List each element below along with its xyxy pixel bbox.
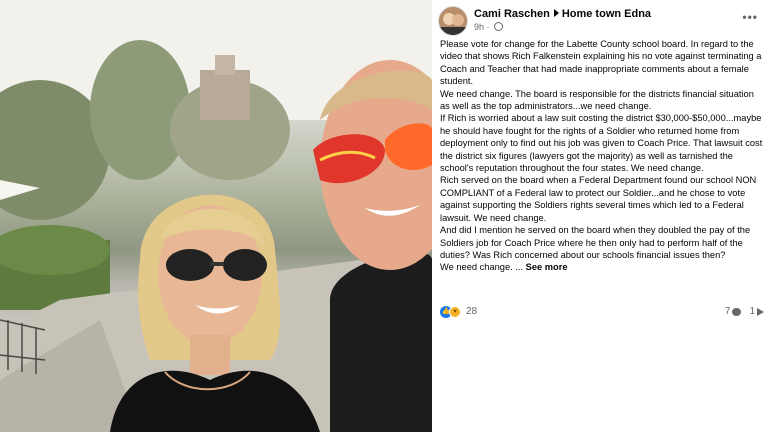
- post-photo[interactable]: [0, 0, 432, 432]
- author-name[interactable]: Cami Raschen: [474, 8, 550, 20]
- comments-count[interactable]: 7: [725, 306, 731, 317]
- avatar-photo-icon: [439, 7, 467, 35]
- post-body: Please vote for change for the Labette C…: [440, 38, 766, 274]
- post-stats: 71: [725, 306, 764, 317]
- share-icon: [757, 307, 764, 316]
- globe-icon: [494, 22, 504, 31]
- reactions-count: 28: [466, 306, 478, 317]
- see-more-link[interactable]: See more: [526, 262, 568, 272]
- avatar[interactable]: [438, 6, 468, 36]
- more-dots-icon[interactable]: •••: [742, 10, 758, 24]
- post-meta: 9h ·: [474, 22, 504, 32]
- post-author-line: Cami Raschen Home town Edna: [474, 8, 651, 20]
- group-name[interactable]: Home town Edna: [562, 8, 651, 20]
- post-footer: 👍 ♥ 28 71: [440, 305, 764, 321]
- selfie-illustration: [0, 0, 432, 432]
- care-reaction-icon: ♥: [449, 306, 461, 318]
- comment-icon: [732, 307, 742, 316]
- facebook-post: Cami Raschen Home town Edna 9h · ••• Plea…: [432, 0, 768, 432]
- post-timestamp[interactable]: 9h: [474, 22, 484, 32]
- shares-count[interactable]: 1: [749, 306, 755, 317]
- arrow-right-icon: [553, 9, 559, 17]
- post-header: Cami Raschen Home town Edna 9h · •••: [438, 6, 762, 36]
- post-text: Please vote for change for the Labette C…: [440, 39, 763, 273]
